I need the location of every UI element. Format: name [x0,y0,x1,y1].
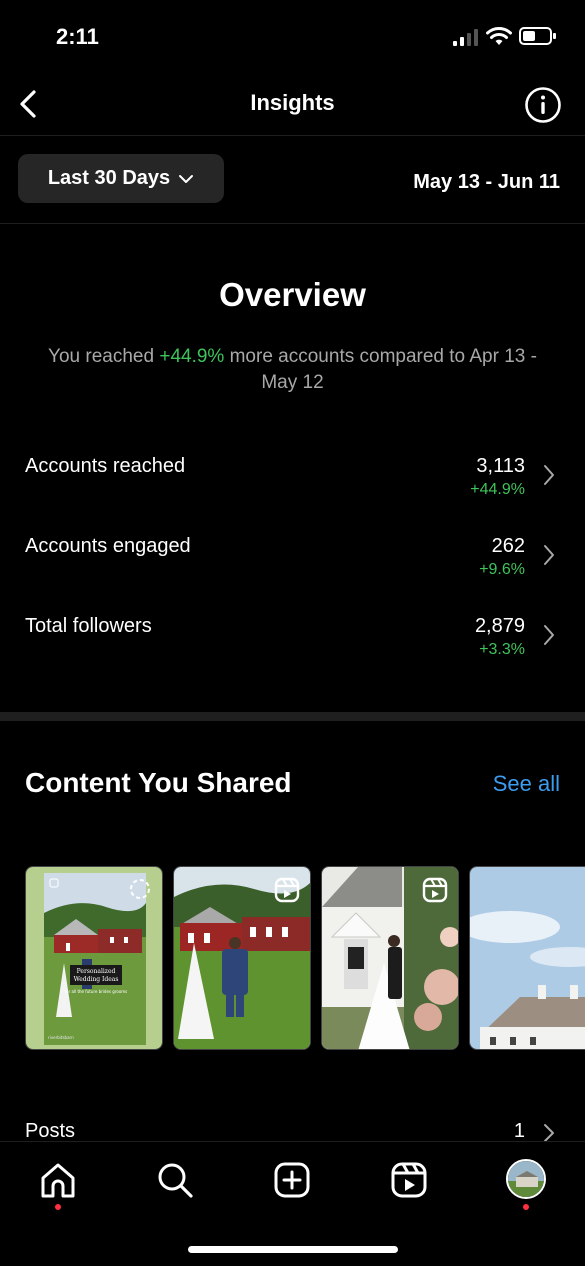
thumb-overlay-line1: Personalized [77,968,116,975]
metric-row-accounts-reached[interactable]: Accounts reached 3,113 +44.9% [0,445,585,515]
reels-icon[interactable] [389,1160,429,1200]
metric-label: Total followers [25,615,152,637]
date-range: May 13 - Jun 11 [413,171,560,193]
nav-header: Insights [0,72,585,136]
thumbnail-image: Personalized Wedding Ideas for all the f… [26,867,162,1049]
thumb-overlay-line2: Wedding Ideas [74,976,119,983]
overview-title: Overview [219,276,366,313]
overview-desc-prefix: You reached [48,346,160,367]
search-icon[interactable] [155,1160,195,1200]
content-thumbnail-reel[interactable] [469,866,585,1050]
wifi-icon [486,27,512,45]
metric-label: Accounts engaged [25,535,191,557]
battery-icon [519,27,556,45]
metric-row-total-followers[interactable]: Total followers 2,879 +3.3% [0,605,585,675]
metric-value: 2,879 [474,615,525,637]
metric-label: Accounts reached [25,455,186,477]
cellular-signal-icon [453,29,478,46]
status-time: 2:11 [56,24,99,49]
metric-change: +3.3% [479,641,525,658]
overview-desc-suffix: more accounts compared to Apr 13 - May 1… [224,346,537,393]
reels-badge-icon [274,877,300,903]
thumb-watermark: riverbitsbarn [48,1035,74,1040]
profile-avatar[interactable] [506,1159,546,1199]
page-title: Insights [250,90,335,115]
content-thumbnail-reel[interactable] [173,866,311,1050]
home-notification-dot [55,1204,61,1210]
overview-description: You reached +44.9% more accounts compare… [40,344,545,396]
home-indicator [188,1246,398,1253]
thumbnail-image [470,867,585,1049]
metric-value: 3,113 [476,455,525,477]
period-row: Last 30 Days May 13 - Jun 11 [0,137,585,224]
content-thumbnail-reel[interactable] [321,866,459,1050]
create-icon[interactable] [272,1160,312,1200]
avatar-image [508,1161,544,1197]
section-divider [0,712,585,721]
chevron-right-icon [544,545,554,565]
chevron-right-icon [544,625,554,645]
overview-desc-highlight: +44.9% [159,346,225,367]
posts-label: Posts [25,1120,76,1142]
metric-value: 262 [491,535,525,557]
content-thumbnails: Personalized Wedding Ideas for all the f… [25,866,585,1050]
see-all-link[interactable]: See all [493,771,560,797]
metric-change: +9.6% [479,561,525,578]
posts-count: 1 [513,1120,525,1142]
profile-notification-dot [523,1204,529,1210]
period-label: Last 30 Days [47,167,171,189]
metric-change: +44.9% [470,481,525,498]
chevron-right-icon [544,465,554,485]
period-dropdown[interactable]: Last 30 Days [18,154,224,203]
metric-row-accounts-engaged[interactable]: Accounts engaged 262 +9.6% [0,525,585,595]
content-thumbnail-story[interactable]: Personalized Wedding Ideas for all the f… [25,866,163,1050]
info-icon[interactable] [524,86,562,124]
chevron-down-icon [179,174,194,183]
content-shared-title: Content You Shared [25,767,292,798]
reels-badge-icon [422,877,448,903]
status-bar: 2:11 [0,0,585,72]
home-icon[interactable] [38,1160,78,1200]
thumb-overlay-line3: for all the future brides grooms [65,989,128,994]
